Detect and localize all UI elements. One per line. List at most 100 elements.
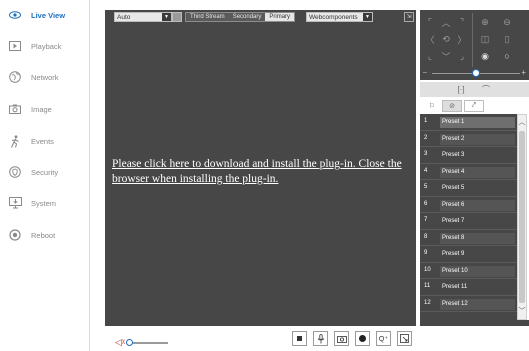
sidebar-item-image[interactable]: Image (0, 98, 90, 120)
pan-down-right-icon[interactable]: ⌟ (455, 49, 469, 63)
sidebar-item-label: Security (31, 167, 59, 177)
scroll-down-icon[interactable]: ﹀ (518, 306, 526, 316)
live-view-page: Live View Playback Network Image Events (0, 0, 529, 351)
scroll-up-icon[interactable]: ︿ (518, 117, 526, 127)
preset-row[interactable]: 4 Preset 4 (420, 164, 517, 180)
mode-select-value: Auto (117, 14, 131, 21)
stop-button[interactable] (292, 331, 307, 346)
preset-name: Preset 7 (442, 218, 465, 224)
monitor-icon (8, 196, 22, 210)
zoom-out-icon[interactable]: ⊖ (500, 15, 514, 29)
sidebar-item-label: Image (31, 104, 52, 114)
pan-up-left-icon[interactable]: ⌜ (423, 15, 437, 29)
preset-row[interactable]: 8 Preset 8 (420, 230, 517, 246)
preset-tabs: ⚐ ⊘ ⤤ (420, 99, 529, 113)
sidebar-item-reboot[interactable]: Reboot (0, 224, 90, 246)
snapshot-button[interactable] (334, 331, 349, 346)
pan-left-icon[interactable]: 〈 (423, 32, 437, 46)
tab-patrol[interactable]: ⤤ (464, 100, 484, 112)
video-toolbar: Auto ▼ Third Stream Secondary Primary We… (105, 10, 416, 24)
pan-up-right-icon[interactable]: ⌝ (455, 15, 469, 29)
pan-down-left-icon[interactable]: ⌞ (423, 49, 437, 63)
tab-presets-flag[interactable]: ⚐ (422, 100, 442, 112)
record-button[interactable] (355, 331, 370, 346)
mute-icon[interactable]: ◁ᵡ (115, 337, 125, 348)
mode-select[interactable]: Auto ▼ (114, 12, 172, 22)
zoom-in-icon[interactable]: ⊕ (478, 15, 492, 29)
record-icon (359, 335, 366, 342)
preset-number: 10 (424, 266, 431, 273)
preset-name: Preset 10 (440, 265, 515, 277)
focus-near-icon[interactable]: ◫ (478, 32, 492, 46)
preset-name: Preset 8 (440, 232, 515, 244)
preset-row[interactable]: 2 Preset 2 (420, 131, 517, 147)
speed-decrease-icon[interactable]: – (423, 69, 427, 76)
preset-name: Preset 1 (440, 117, 515, 128)
sidebar-item-label: Playback (31, 41, 62, 51)
sidebar-item-label: Live View (31, 10, 66, 20)
preset-panel-footer (420, 320, 529, 326)
preset-row[interactable]: 12 Preset 12 (420, 296, 517, 312)
plugin-download-link[interactable]: Please click here to download and instal… (112, 157, 412, 187)
stream-primary-button[interactable]: Primary (265, 13, 295, 21)
crop-button[interactable] (397, 331, 412, 346)
scrollbar-thumb[interactable] (519, 131, 525, 303)
sidebar-item-live-view[interactable]: Live View (0, 4, 90, 26)
split-screen-icon[interactable] (172, 12, 182, 22)
preset-name: Preset 4 (440, 166, 515, 178)
stream-secondary-button[interactable]: Secondary (229, 13, 266, 21)
digital-zoom-button[interactable]: Q⁺ (376, 331, 391, 346)
pan-down-icon[interactable]: ﹀ (439, 49, 453, 63)
pan-up-icon[interactable]: ︿ (439, 15, 453, 29)
preset-row[interactable]: 5 Preset 5 (420, 180, 517, 197)
preset-list: 1 Preset 1 2 Preset 2 3 Preset 3 4 Preset 4 5 Pre… (420, 114, 517, 320)
pan-right-icon[interactable]: 〉 (455, 32, 469, 46)
preset-name: Preset 2 (440, 133, 515, 145)
microphone-icon (317, 333, 324, 343)
volume-slider[interactable] (128, 342, 168, 344)
preset-name: Preset 9 (442, 251, 465, 257)
tab-presets[interactable]: ⊘ (442, 100, 462, 112)
microphone-button[interactable] (313, 331, 328, 346)
focus-far-icon[interactable]: ▯ (500, 32, 514, 46)
sidebar-item-network[interactable]: Network (0, 66, 90, 88)
auto-pan-icon[interactable]: ⟲ (439, 32, 453, 46)
stop-icon (297, 336, 302, 341)
sidebar-item-system[interactable]: System (0, 192, 90, 214)
light-icon[interactable]: [·] (455, 84, 467, 95)
preset-name: Preset 12 (440, 298, 515, 310)
stream-third-button[interactable]: Third Stream (186, 13, 229, 21)
ptz-tools-bar: [·] ⌒ (420, 82, 529, 97)
volume-slider-knob[interactable] (126, 339, 133, 346)
preset-row[interactable]: 9 Preset 9 (420, 246, 517, 263)
preset-number: 6 (424, 200, 428, 207)
preset-row[interactable]: 11 Preset 11 (420, 279, 517, 296)
player-select[interactable]: Webcomponents ▼ (306, 12, 373, 22)
preset-row[interactable]: 1 Preset 1 (420, 114, 517, 131)
wiper-icon[interactable]: ⌒ (480, 84, 492, 95)
sidebar-item-events[interactable]: Events (0, 130, 90, 152)
sidebar-item-label: Network (31, 72, 59, 82)
fullscreen-icon[interactable]: ⇲ (404, 12, 414, 22)
preset-number: 7 (424, 217, 428, 223)
stream-switch: Third Stream Secondary Primary (185, 12, 296, 22)
iris-open-icon[interactable]: ◉ (478, 49, 492, 63)
video-player[interactable]: Auto ▼ Third Stream Secondary Primary We… (105, 10, 416, 326)
preset-row[interactable]: 6 Preset 6 (420, 197, 517, 213)
preset-row[interactable]: 7 Preset 7 (420, 213, 517, 230)
sidebar-item-playback[interactable]: Playback (0, 35, 90, 57)
ptz-speed-knob[interactable] (472, 69, 480, 77)
speed-increase-icon[interactable]: + (521, 68, 526, 77)
preset-row[interactable]: 10 Preset 10 (420, 263, 517, 279)
preset-number: 4 (424, 167, 428, 174)
running-person-icon (8, 134, 22, 148)
sidebar-item-label: Events (31, 136, 54, 146)
preset-row[interactable]: 3 Preset 3 (420, 147, 517, 164)
preset-number: 2 (424, 134, 428, 141)
preset-number: 11 (424, 283, 431, 289)
eye-icon (8, 8, 22, 22)
sidebar-item-security[interactable]: Security (0, 161, 90, 183)
iris-close-icon[interactable]: ○ (500, 49, 514, 63)
shield-icon (8, 165, 22, 179)
preset-scrollbar[interactable]: ︿ ﹀ (517, 114, 527, 320)
